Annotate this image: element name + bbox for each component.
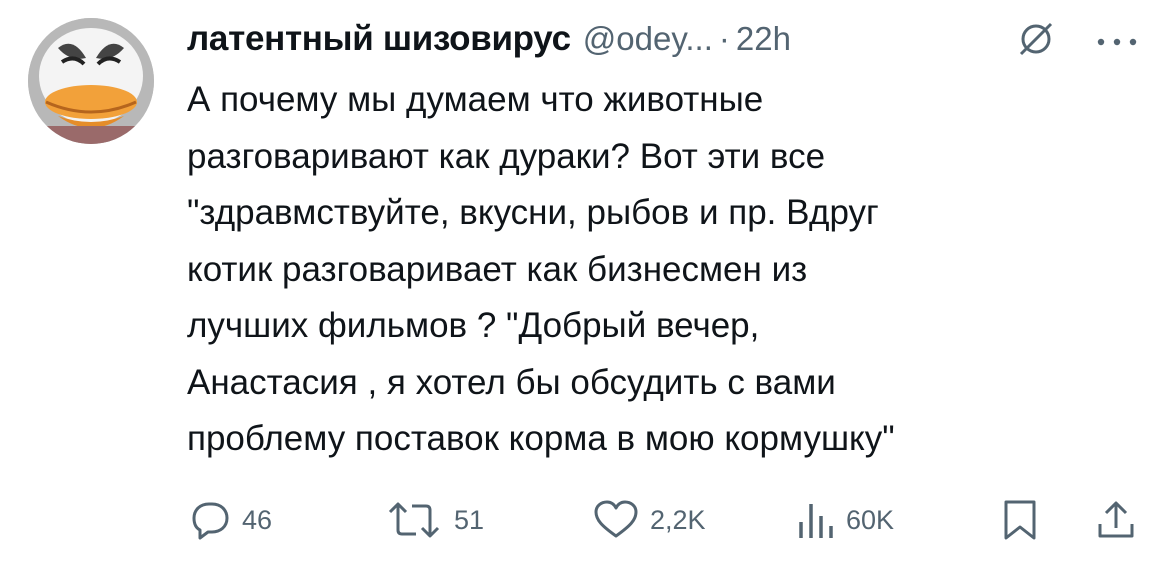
grok-icon[interactable] bbox=[1017, 20, 1055, 58]
views-button[interactable]: 60K bbox=[796, 495, 894, 545]
tweet-line: лучших фильмов ? "Добрый вечер, bbox=[187, 306, 760, 345]
action-bar: 46 51 2,2K 60K bbox=[0, 495, 1170, 545]
tweet-line: Анастасия , я хотел бы обсудить с вами bbox=[187, 362, 836, 402]
more-icon[interactable] bbox=[1093, 20, 1141, 58]
tweet-line: "здравмствуйте, вкусни, рыбов и пр. Вдру… bbox=[187, 193, 879, 232]
like-button[interactable]: 2,2K bbox=[592, 495, 706, 545]
reply-count: 46 bbox=[242, 504, 273, 535]
share-icon bbox=[1098, 501, 1134, 538]
reply-icon bbox=[192, 502, 229, 540]
views-icon bbox=[799, 504, 833, 538]
tweet-line: А почему мы думаем что животные bbox=[187, 80, 764, 119]
tweet-line: разговаривают как дураки? Вот эти все bbox=[187, 136, 826, 176]
bookmark-icon bbox=[1004, 500, 1036, 540]
repost-button[interactable]: 51 bbox=[384, 495, 484, 545]
views-count: 60K bbox=[846, 504, 895, 535]
like-count: 2,2K bbox=[650, 504, 706, 535]
share-button[interactable] bbox=[1094, 495, 1138, 545]
tweet-text: А почему мы думаем что животные разговар… bbox=[187, 72, 1147, 468]
bookmark-button[interactable] bbox=[1000, 495, 1040, 545]
tweet-line: проблему поставок корма в мою кормушку" bbox=[187, 419, 895, 458]
repost-count: 51 bbox=[454, 504, 485, 535]
duck-avatar-icon bbox=[28, 18, 154, 144]
timestamp[interactable]: 22h bbox=[736, 20, 791, 58]
tweet-line: котик разговаривает как бизнесмен из bbox=[187, 249, 808, 289]
avatar[interactable] bbox=[28, 18, 154, 144]
tweet-header: латентный шизовирус @odey... · 22h bbox=[187, 14, 1147, 64]
reply-button[interactable]: 46 bbox=[188, 495, 272, 545]
display-name[interactable]: латентный шизовирус bbox=[187, 19, 571, 59]
repost-icon bbox=[388, 502, 440, 538]
heart-icon bbox=[594, 500, 638, 538]
separator-dot: · bbox=[718, 20, 730, 57]
user-handle[interactable]: @odey... bbox=[583, 20, 713, 58]
